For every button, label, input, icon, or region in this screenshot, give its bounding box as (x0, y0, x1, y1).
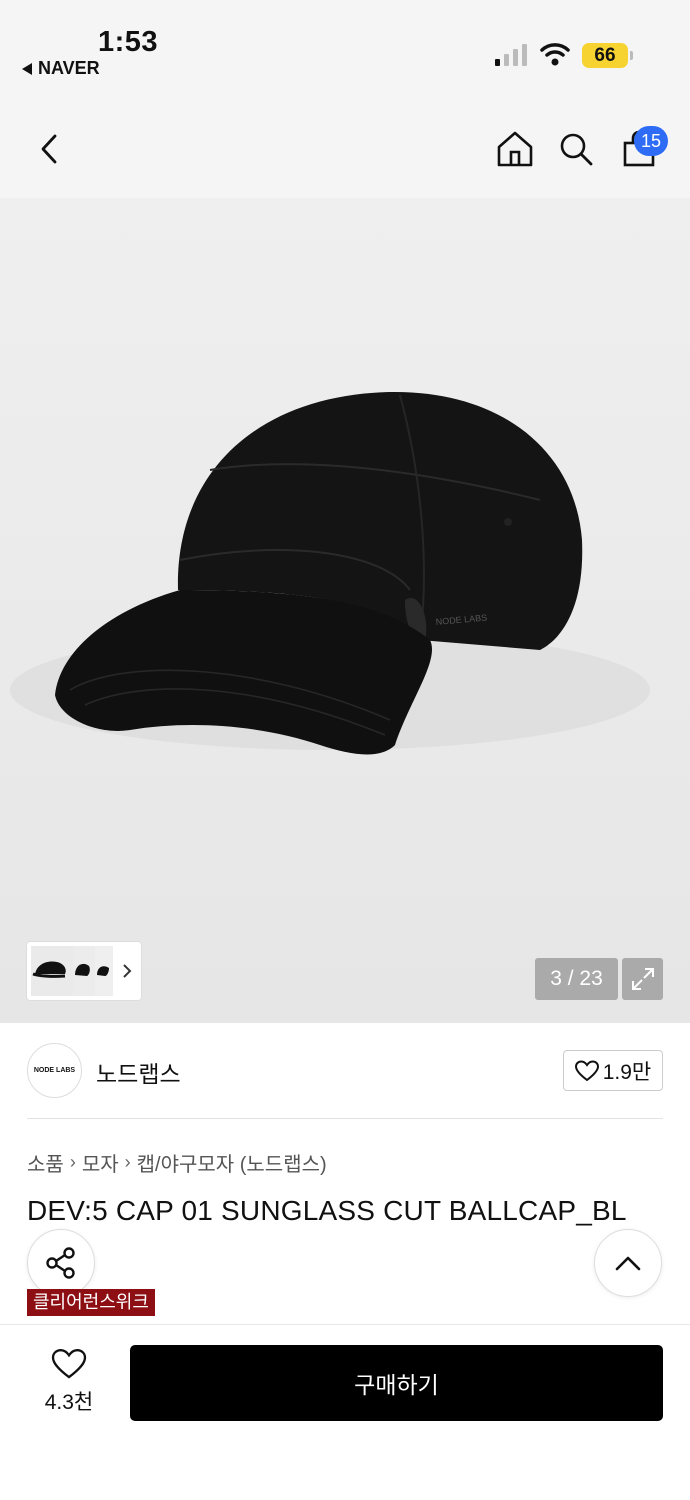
cellular-signal-icon (495, 44, 527, 66)
heart-icon (574, 1059, 599, 1081)
share-icon (46, 1247, 75, 1279)
brand-name[interactable]: 노드랩스 (96, 1055, 181, 1089)
chevron-up-icon (615, 1256, 641, 1271)
heart-icon (51, 1349, 87, 1379)
search-icon (560, 133, 593, 166)
breadcrumb-item-caps[interactable]: 캡/야구모자 (노드랩스) (137, 1148, 327, 1177)
thumbnail-strip[interactable] (27, 942, 141, 1000)
wishlist-button[interactable]: 4.3천 (30, 1348, 108, 1416)
expand-icon (631, 968, 654, 990)
battery-cap (630, 51, 633, 60)
breadcrumb: 소품 › 모자 › 캡/야구모자 (노드랩스) (27, 1148, 327, 1177)
brand-like-count: 1.9만 (602, 1060, 652, 1084)
scroll-top-button[interactable] (594, 1229, 662, 1297)
back-app-label: NAVER (38, 58, 100, 78)
home-button[interactable] (492, 126, 538, 172)
chevron-left-icon (41, 134, 57, 164)
top-navigation (0, 100, 690, 198)
back-button[interactable] (26, 126, 72, 172)
section-divider (27, 1118, 663, 1119)
brand-logo[interactable]: NODE LABS (27, 1043, 82, 1098)
image-counter: 3 / 23 (535, 958, 618, 1000)
back-to-app-link[interactable]: NAVER (22, 58, 100, 79)
search-button[interactable] (553, 126, 599, 172)
breadcrumb-chevron-icon: › (69, 1152, 76, 1172)
product-title: DEV:5 CAP 01 SUNGLASS CUT BALLCAP_BL (27, 1195, 627, 1226)
product-image-gallery[interactable]: NODE LABS (0, 198, 690, 1023)
thumbnail-next-chevron-icon (123, 964, 132, 978)
breadcrumb-chevron-icon: › (124, 1152, 131, 1172)
breadcrumb-item-accessories[interactable]: 소품 (27, 1148, 64, 1177)
breadcrumb-item-hats[interactable]: 모자 (82, 1148, 119, 1177)
wifi-icon (540, 43, 570, 66)
status-bar: 1:53 NAVER 66 (0, 0, 690, 100)
buy-button[interactable]: 구매하기 (130, 1345, 663, 1421)
brand-like-button[interactable]: 1.9만 (563, 1050, 663, 1091)
status-time: 1:53 (98, 26, 159, 58)
thumbnail-images (31, 946, 132, 996)
battery-indicator: 66 (582, 43, 628, 68)
wishlist-count: 4.3천 (44, 1391, 94, 1414)
share-button[interactable] (27, 1229, 95, 1297)
fullscreen-button[interactable] (622, 958, 663, 1000)
cart-count-badge: 15 (634, 126, 668, 156)
product-cap-image: NODE LABS (10, 391, 650, 755)
back-triangle-icon (22, 62, 32, 75)
home-icon (497, 131, 533, 167)
clearance-week-tag: 클리어런스위크 (27, 1289, 155, 1316)
